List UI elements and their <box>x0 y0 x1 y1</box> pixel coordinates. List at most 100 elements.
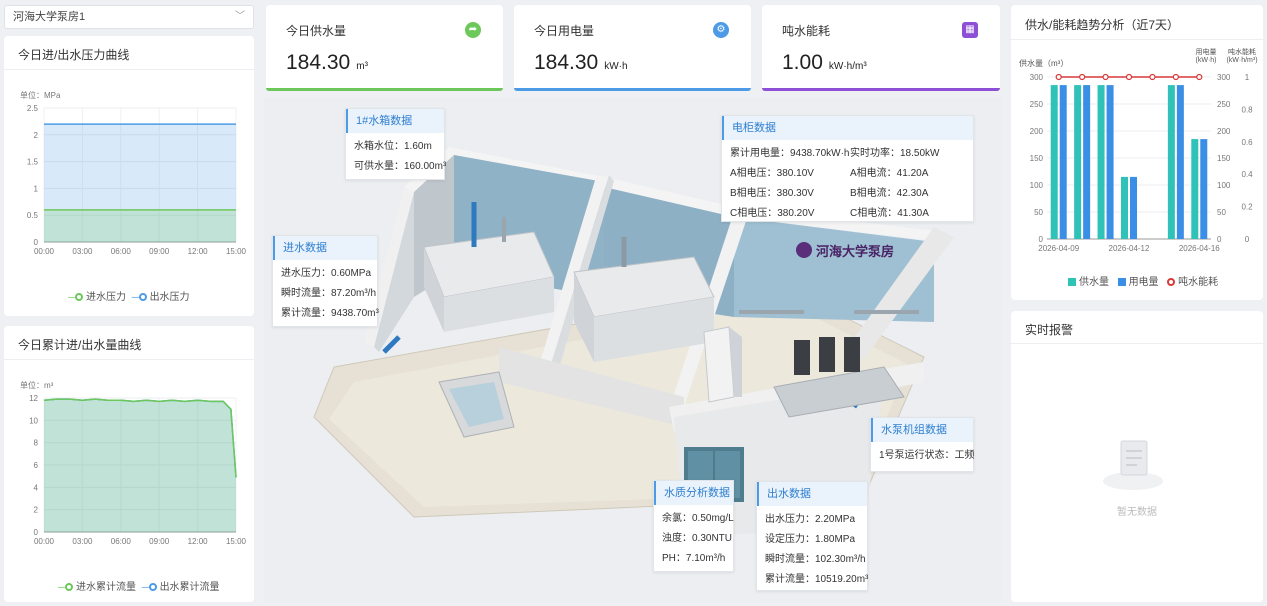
share-icon: ➦ <box>465 22 481 38</box>
outlet-set-pressure: 设定压力：1.80MPa <box>765 534 856 545</box>
inlet-total-flow: 累计流量：9438.70m³ <box>281 308 379 319</box>
outlet-data-tooltip: 出水数据 出水压力：2.20MPa 设定压力：1.80MPa 瞬时流量：102.… <box>756 481 868 591</box>
inlet-instant-flow: 瞬时流量：87.20m³/h <box>281 288 377 299</box>
quality-data-tooltip: 水质分析数据 余氯：0.50mg/L 浊度：0.30NTU PH：7.10m³/… <box>653 480 734 572</box>
cabinet-a-current: A相电流：41.20A <box>850 168 929 179</box>
energy-point <box>1055 73 1062 81</box>
quality-data-title: 水质分析数据 <box>654 481 733 505</box>
y-tick-label: 1 <box>34 184 39 193</box>
bar <box>1176 85 1184 239</box>
outlet-data-title: 出水数据 <box>757 482 867 506</box>
pressure-chart: 0 0.5 1 1.5 2 2.5 00:00 03:00 06:00 09:00 12:00 15:… <box>27 104 247 256</box>
x-tick-label: 00:00 <box>34 247 55 256</box>
x-tick-label: 06:00 <box>111 537 132 546</box>
outlet-instant-flow: 瞬时流量：102.30m³/h <box>765 554 866 565</box>
x-tick-label: 00:00 <box>34 537 55 546</box>
y-right-tick-label: 0.6 <box>1241 138 1253 147</box>
quality-chlorine: 余氯：0.50mg/L <box>662 513 734 524</box>
bar <box>1121 176 1128 239</box>
y-tick-label: 1.5 <box>27 158 39 167</box>
y-left-tick-label: 50 <box>1034 208 1043 217</box>
legend-inlet-flow: 进水累计流量 <box>76 582 136 593</box>
y-right-tick-label: 0 <box>1245 235 1250 244</box>
alarm-card: 实时报警 暂无数据 <box>1011 311 1263 602</box>
bar <box>1130 176 1137 239</box>
stat-card-supply: 今日供水量 184.30 m³ ➦ <box>266 5 503 91</box>
stat-value: 184.30 <box>534 51 599 74</box>
trend-y-right-label: 吨水能耗(kW·h/m³) <box>1226 49 1258 64</box>
trend-y-mid-label: 用电量(kW·h) <box>1195 49 1217 64</box>
energy-point <box>1149 73 1156 81</box>
quality-ph: PH：7.10m³/h <box>662 553 726 564</box>
y-mid-tick-label: 300 <box>1217 73 1231 82</box>
y-tick-label: 4 <box>34 483 39 492</box>
bar <box>1191 139 1199 239</box>
y-right-tick-label: 0.2 <box>1241 203 1253 212</box>
legend-supply: 供水量 <box>1079 277 1109 288</box>
station-select[interactable]: 河海大学泵房1 ﹀ <box>4 5 254 29</box>
x-tick-label: 03:00 <box>72 247 93 256</box>
x-tick-label: 06:00 <box>111 247 132 256</box>
tank-data-tooltip: 1#水箱数据 水箱水位：1.60m 可供水量：160.00m³ <box>345 108 447 180</box>
energy-point <box>1079 73 1086 81</box>
legend-inlet-pressure: 进水压力 <box>86 292 126 303</box>
stat-card-power: 今日用电量 184.30 kW·h ⚙ <box>514 5 751 91</box>
trend-legend[interactable]: 供水量 用电量 吨水能耗 <box>1065 273 1218 288</box>
y-tick-label: 6 <box>34 461 39 470</box>
x-tick-label: 15:00 <box>226 247 247 256</box>
y-mid-tick-label: 50 <box>1217 208 1226 217</box>
gear-icon: ⚙ <box>713 22 729 38</box>
y-left-tick-label: 150 <box>1030 154 1044 163</box>
flow-chart-title: 今日累计进/出水量曲线 <box>18 338 142 352</box>
x-tick-label: 03:00 <box>72 537 93 546</box>
x-tick-label: 2026-04-09 <box>1038 244 1079 253</box>
stat-card-energy: 吨水能耗 1.00 kW·h/m³ ▦ <box>762 5 1000 91</box>
pressure-legend[interactable]: — 进水压力 — 出水压力 <box>68 288 190 303</box>
chevron-down-icon: ﹀ <box>235 11 245 22</box>
bar <box>1059 85 1067 239</box>
cabinet-data-title: 电柜数据 <box>722 116 973 140</box>
alarm-title: 实时报警 <box>1025 323 1074 337</box>
y-left-tick-label: 200 <box>1030 127 1044 136</box>
x-tick-label: 09:00 <box>149 247 170 256</box>
energy-point <box>1125 73 1133 81</box>
y-tick-label: 2.5 <box>27 104 39 113</box>
flow-chart-card: 今日累计进/出水量曲线 单位：m³ 0 2 4 6 8 10 12 00:00 03:00 06:… <box>4 326 254 602</box>
y-tick-label: 0 <box>34 238 39 247</box>
x-tick-label: 2026-04-12 <box>1109 244 1150 253</box>
stat-label: 今日供水量 <box>286 24 347 38</box>
stat-unit: m³ <box>356 61 368 72</box>
x-tick-label: 12:00 <box>188 247 209 256</box>
legend-energy: 吨水能耗 <box>1178 277 1219 288</box>
cabinet-c-current: C相电流：41.30A <box>850 208 929 219</box>
y-mid-tick-label: 100 <box>1217 181 1231 190</box>
flow-chart: 0 2 4 6 8 10 12 00:00 03:00 06:00 09:00 12:00 15:00 <box>29 394 246 546</box>
pump-data-tooltip: 水泵机组数据 1号泵运行状态：工频 <box>870 417 975 472</box>
stat-unit: kW·h/m³ <box>828 61 867 72</box>
outlet-total-flow: 累计流量：10519.20m³ <box>765 574 869 585</box>
x-tick-label: 12:00 <box>188 537 209 546</box>
y-mid-tick-label: 200 <box>1217 127 1231 136</box>
energy-point <box>1102 73 1109 81</box>
cabinet-b-current: B相电流：42.30A <box>850 188 929 199</box>
trend-chart-title: 供水/能耗趋势分析（近7天） <box>1025 18 1180 32</box>
y-right-tick-label: 0.4 <box>1241 170 1253 179</box>
tank-available: 可供水量：160.00m³ <box>354 161 447 172</box>
pump-1-status: 1号泵运行状态：工频 <box>879 450 975 461</box>
y-tick-label: 0 <box>34 528 39 537</box>
inlet-pressure: 进水压力：0.60MPa <box>281 268 372 279</box>
flow-legend[interactable]: — 进水累计流量 — 出水累计流量 <box>58 578 220 593</box>
y-tick-label: 2 <box>34 131 39 140</box>
calculator-icon: ▦ <box>962 22 978 38</box>
y-tick-label: 2 <box>34 506 39 515</box>
bar <box>1167 85 1175 239</box>
inlet-data-title: 进水数据 <box>273 236 377 260</box>
y-left-tick-label: 0 <box>1039 235 1044 244</box>
bar <box>1083 85 1091 239</box>
pressure-chart-title: 今日进/出水压力曲线 <box>18 48 130 62</box>
y-tick-label: 0.5 <box>27 211 39 220</box>
x-tick-label: 2026-04-16 <box>1179 244 1220 253</box>
energy-point <box>1172 73 1179 81</box>
y-left-tick-label: 300 <box>1030 73 1044 82</box>
cabinet-total-power: 累计用电量：9438.70kW·h <box>730 148 850 159</box>
